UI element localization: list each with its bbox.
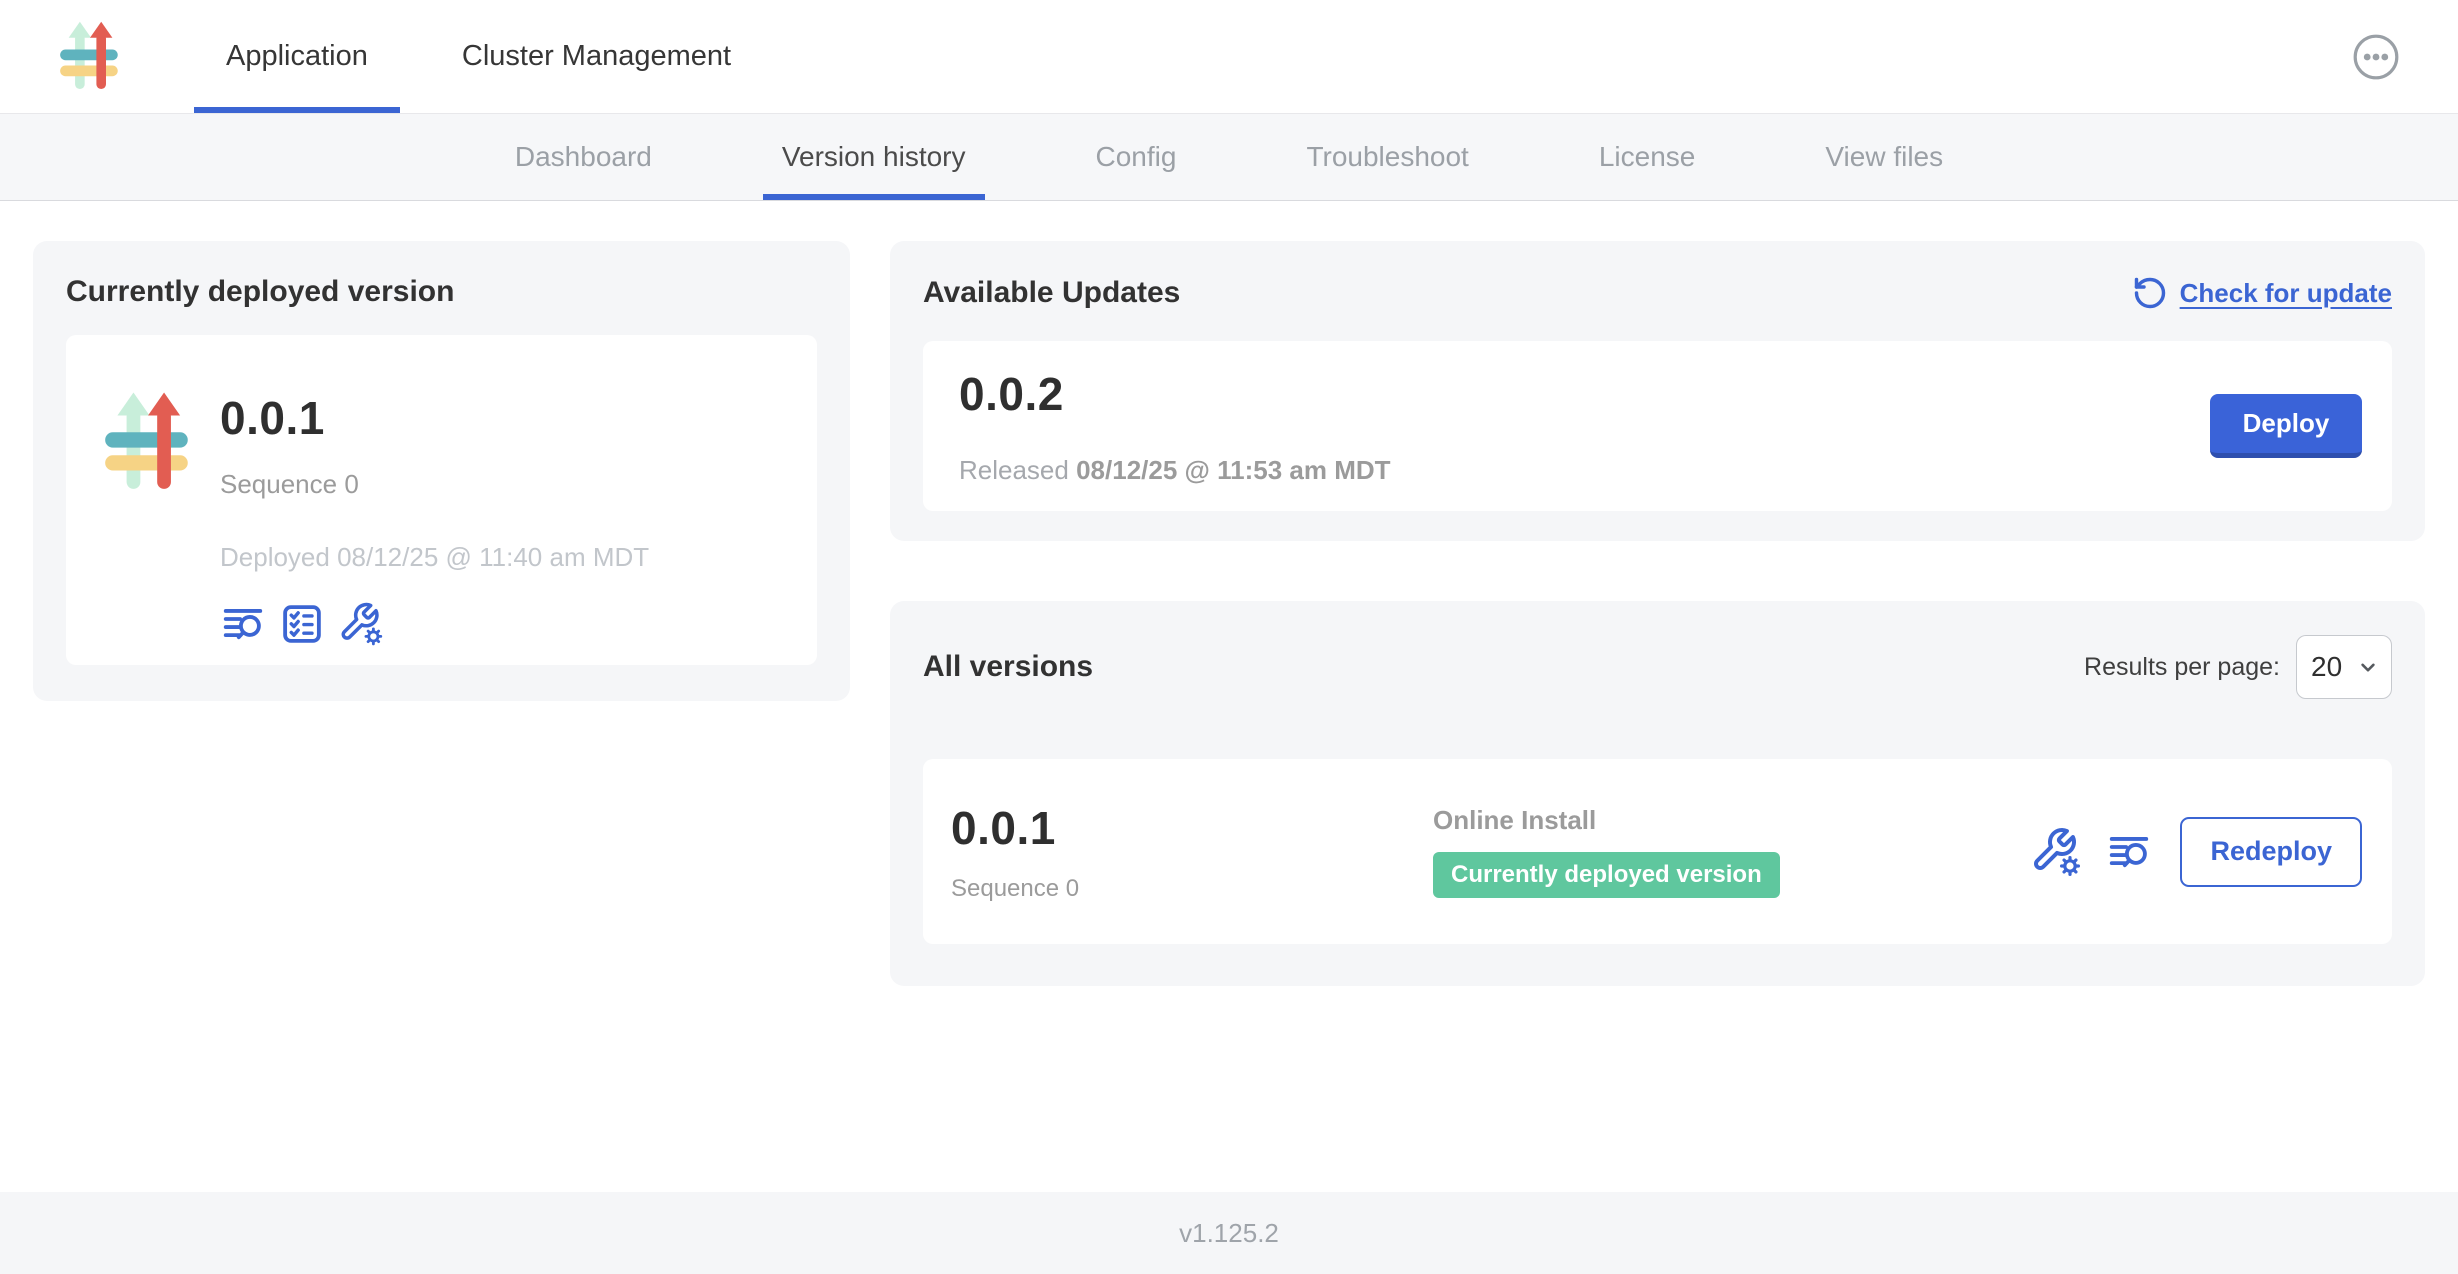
ellipsis-icon — [2352, 33, 2400, 81]
tab-cluster-management-label: Cluster Management — [462, 40, 731, 73]
footer: v1.125.2 — [0, 1192, 2458, 1274]
subnav-tab-version-history[interactable]: Version history — [763, 114, 985, 200]
tab-application-label: Application — [226, 40, 368, 73]
app-logo — [102, 391, 194, 495]
deployed-sequence: Sequence 0 — [220, 469, 649, 500]
chevron-down-icon — [2355, 654, 2381, 680]
subnav-tab-license[interactable]: License — [1580, 114, 1715, 200]
subnav-tab-troubleshoot-label: Troubleshoot — [1306, 141, 1468, 173]
top-nav: Application Cluster Management — [0, 0, 2458, 113]
results-per-page-label: Results per page: — [2084, 653, 2280, 682]
logs-icon[interactable] — [2106, 829, 2152, 875]
arrows-logo-icon — [102, 391, 194, 495]
header-right — [2352, 0, 2458, 113]
deployed-action-icons — [220, 601, 649, 647]
deployed-version-panel: 0.0.1 Sequence 0 Deployed 08/12/25 @ 11:… — [66, 335, 817, 665]
available-updates-card: Available Updates Check for update — [890, 241, 2425, 541]
update-info: 0.0.2 Released 08/12/25 @ 11:53 am MDT — [959, 367, 1391, 486]
update-released-line: Released 08/12/25 @ 11:53 am MDT — [959, 455, 1391, 486]
tab-application[interactable]: Application — [194, 0, 400, 113]
app-logo-icon — [58, 20, 122, 94]
subnav-tab-config[interactable]: Config — [1077, 114, 1196, 200]
subnav-tab-license-label: License — [1599, 141, 1696, 173]
all-versions-card: All versions Results per page: 20 — [890, 601, 2425, 986]
subnav-tab-view-files[interactable]: View files — [1806, 114, 1962, 200]
released-timestamp: 08/12/25 @ 11:53 am MDT — [1076, 455, 1390, 485]
subnav-tab-view-files-label: View files — [1825, 141, 1943, 173]
config-icon[interactable] — [338, 601, 384, 647]
currently-deployed-card: Currently deployed version — [33, 241, 850, 701]
released-prefix: Released — [959, 455, 1069, 485]
subnav-tab-version-history-label: Version history — [782, 141, 966, 173]
install-type-label: Online Install — [1433, 805, 2030, 836]
top-nav-tabs: Application Cluster Management — [194, 0, 763, 113]
deployed-version-number: 0.0.1 — [220, 391, 649, 445]
update-row: 0.0.2 Released 08/12/25 @ 11:53 am MDT D… — [923, 341, 2392, 511]
deployed-timestamp: Deployed 08/12/25 @ 11:40 am MDT — [220, 542, 649, 573]
deployed-version-info: 0.0.1 Sequence 0 Deployed 08/12/25 @ 11:… — [220, 365, 649, 635]
console-version: v1.125.2 — [1179, 1218, 1279, 1249]
row-version-number: 0.0.1 — [951, 801, 1433, 855]
overflow-menu-button[interactable] — [2352, 33, 2400, 81]
status-badge: Currently deployed version — [1433, 852, 1780, 898]
check-for-update-link[interactable]: Check for update — [2132, 275, 2392, 311]
deploy-button[interactable]: Deploy — [2210, 394, 2362, 458]
version-row-info: 0.0.1 Sequence 0 — [951, 801, 1433, 903]
available-updates-title: Available Updates — [923, 276, 1180, 310]
currently-deployed-title: Currently deployed version — [66, 275, 817, 309]
all-versions-title: All versions — [923, 650, 1093, 684]
right-column: Available Updates Check for update — [890, 241, 2425, 986]
subnav-tab-dashboard-label: Dashboard — [515, 141, 652, 173]
version-row-actions: Redeploy — [2030, 817, 2362, 887]
admin-console: Application Cluster Management Dashboard… — [0, 0, 2458, 1274]
arrows-logo-icon — [58, 20, 122, 94]
main-content: Currently deployed version — [0, 201, 2458, 1192]
version-row: 0.0.1 Sequence 0 Online Install Currentl… — [923, 759, 2392, 944]
results-per-page-value: 20 — [2311, 651, 2342, 683]
update-version-number: 0.0.2 — [959, 367, 1391, 421]
subnav-tab-dashboard[interactable]: Dashboard — [496, 114, 671, 200]
subnav-tab-troubleshoot[interactable]: Troubleshoot — [1287, 114, 1487, 200]
config-icon[interactable] — [2030, 826, 2082, 878]
tab-cluster-management[interactable]: Cluster Management — [430, 0, 763, 113]
results-per-page: Results per page: 20 — [2084, 635, 2392, 699]
check-for-update-label: Check for update — [2180, 278, 2392, 309]
row-sequence: Sequence 0 — [951, 875, 1433, 903]
logs-icon[interactable] — [220, 601, 266, 647]
redeploy-button[interactable]: Redeploy — [2180, 817, 2362, 887]
results-per-page-select[interactable]: 20 — [2296, 635, 2392, 699]
subnav-tab-config-label: Config — [1096, 141, 1177, 173]
refresh-icon[interactable] — [2132, 275, 2168, 311]
app-subnav: Dashboard Version history Config Trouble… — [0, 113, 2458, 201]
version-row-status: Online Install Currently deployed versio… — [1433, 805, 2030, 898]
preflight-checks-icon[interactable] — [279, 601, 325, 647]
